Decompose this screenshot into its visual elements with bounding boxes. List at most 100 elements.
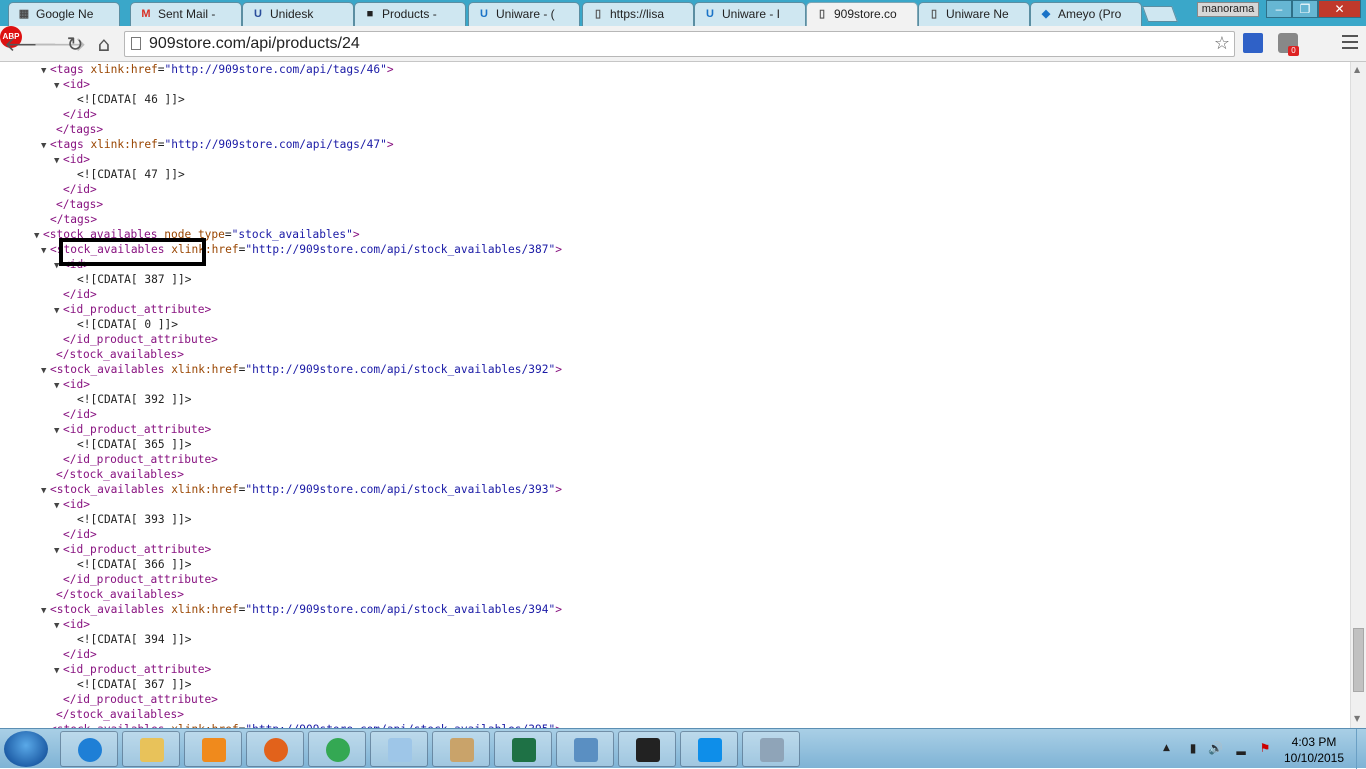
xml-line: ▼ <id> [54,152,90,167]
extension-icon[interactable] [1243,33,1263,53]
xml-tag-close: > [555,363,562,376]
tab-label: Uniware - I [722,7,781,21]
collapse-triangle-icon[interactable]: ▼ [54,619,63,634]
collapse-triangle-icon[interactable]: ▼ [41,139,50,154]
xml-line: </tags> [56,122,103,137]
xml-tag-close: > [555,603,562,616]
forward-button[interactable]: 🡒 [33,31,87,57]
xml-cdata: <![CDATA[ 367 ]]> [77,678,192,691]
browser-tab[interactable]: ▯ Uniware Ne [918,2,1030,26]
browser-tab[interactable]: ◆ Ameyo (Pro [1030,2,1142,26]
browser-tab[interactable]: M Sent Mail - [130,2,242,26]
collapse-triangle-icon[interactable]: ▼ [41,244,50,259]
battery-icon[interactable]: ▮ [1186,741,1200,755]
tab-label: Products - [382,7,437,21]
browser-tab[interactable]: U Uniware - ( [468,2,580,26]
taskbar-app-button[interactable] [308,731,366,767]
clock-date[interactable]: 10/10/2015 [1282,751,1346,765]
start-button[interactable] [4,731,48,767]
taskbar-app-button[interactable] [680,731,738,767]
xml-line: ▼ <id> [54,617,90,632]
taskbar-app-button[interactable] [60,731,118,767]
taskbar-app-button[interactable] [184,731,242,767]
xml-line: <![CDATA[ 367 ]]> [77,677,192,692]
show-desktop-button[interactable] [1356,729,1366,769]
xml-tag: </id> [63,408,97,421]
taskbar-app-button[interactable] [556,731,614,767]
xml-tag: </id_product_attribute> [63,693,218,706]
volume-icon[interactable]: 🔊 [1208,741,1223,755]
taskbar-app-button[interactable] [494,731,552,767]
bookmark-star-icon[interactable]: ☆ [1214,33,1230,54]
ameyo-icon: ◆ [1041,8,1051,20]
browser-tab[interactable]: U Uniware - I [694,2,806,26]
xml-tag-close: > [555,483,562,496]
xml-cdata: <![CDATA[ 365 ]]> [77,438,192,451]
taskbar-app-button[interactable] [246,731,304,767]
scroll-down-arrow-icon[interactable]: ▼ [1354,714,1360,723]
xml-line: </stock_availables> [56,467,184,482]
xml-line: ▼<stock_availables xlink:href="http://90… [41,602,562,617]
chrome-menu-icon[interactable] [1342,35,1358,51]
highlight-box [59,238,206,266]
xml-line: ▼ <id> [54,497,90,512]
tab-label: https://lisa [610,7,665,21]
browser-tab[interactable]: U Unidesk [242,2,354,26]
taskbar-app-button[interactable] [432,731,490,767]
xml-attribute-value: "http://909store.com/api/tags/47" [164,138,387,151]
collapse-triangle-icon[interactable]: ▼ [54,304,63,319]
xml-tag: </stock_availables> [56,348,184,361]
home-button[interactable]: ⌂ [91,31,117,57]
collapse-triangle-icon[interactable]: ▼ [54,154,63,169]
xml-cdata: <![CDATA[ 387 ]]> [77,273,192,286]
browser-tab[interactable]: ▯ 909store.co [806,2,918,26]
collapse-triangle-icon[interactable]: ▼ [54,499,63,514]
collapse-triangle-icon[interactable]: ▼ [54,379,63,394]
action-center-flag-icon[interactable]: ⚑ [1258,741,1272,755]
browser-tab[interactable]: ▯ https://lisa [582,2,694,26]
network-signal-icon[interactable]: ▂ [1234,741,1248,755]
scroll-thumb[interactable] [1353,628,1364,692]
collapse-triangle-icon[interactable]: ▼ [41,64,50,79]
clock-time[interactable]: 4:03 PM [1282,735,1346,749]
xml-tag: <id> [63,153,90,166]
excel-icon [512,738,536,762]
collapse-triangle-icon[interactable]: ▼ [41,364,50,379]
profile-name-badge[interactable]: manorama [1197,2,1259,17]
xml-tag: </stock_availables> [56,708,184,721]
taskbar-app-button[interactable] [618,731,676,767]
xml-cdata: <![CDATA[ 366 ]]> [77,558,192,571]
taskbar-app-button[interactable] [742,731,800,767]
new-tab-button[interactable] [1142,6,1178,22]
xml-attribute-name: xlink:href [171,603,239,616]
collapse-triangle-icon[interactable]: ▼ [54,79,63,94]
collapse-triangle-icon[interactable]: ▼ [41,604,50,619]
scroll-up-arrow-icon[interactable]: ▲ [1354,65,1360,74]
maximize-button[interactable]: ❐ [1292,0,1318,18]
address-bar[interactable]: ☆ [124,31,1235,57]
browser-tab[interactable]: ■ Products - [354,2,466,26]
xml-line: </tags> [56,197,103,212]
collapse-triangle-icon[interactable]: ▼ [54,424,63,439]
reload-button[interactable]: ↻ [62,31,88,57]
minimize-button[interactable]: – [1266,0,1292,18]
xml-line: </tags> [50,212,97,227]
close-window-button[interactable]: ✕ [1318,0,1361,18]
vertical-scrollbar[interactable]: ▲ ▼ [1350,62,1366,728]
taskbar-app-button[interactable] [370,731,428,767]
back-button[interactable]: 🡐 [4,31,58,57]
taskbar-app-button[interactable] [122,731,180,767]
browser-tab[interactable]: ▦ Google Ne [8,2,120,26]
xml-tag: <id_product_attribute> [63,663,212,676]
url-input[interactable] [149,32,1209,56]
collapse-triangle-icon[interactable]: ▼ [54,664,63,679]
xml-cdata: <![CDATA[ 394 ]]> [77,633,192,646]
file-explorer-icon [140,738,164,762]
xml-line: ▼ <id> [54,77,90,92]
xml-cdata: <![CDATA[ 46 ]]> [77,93,185,106]
xml-line: <![CDATA[ 392 ]]> [77,392,192,407]
collapse-triangle-icon[interactable]: ▼ [54,544,63,559]
collapse-triangle-icon[interactable]: ▼ [41,484,50,499]
show-hidden-icons-arrow[interactable]: ▲ [1163,743,1170,753]
xml-line: </id> [63,287,97,302]
